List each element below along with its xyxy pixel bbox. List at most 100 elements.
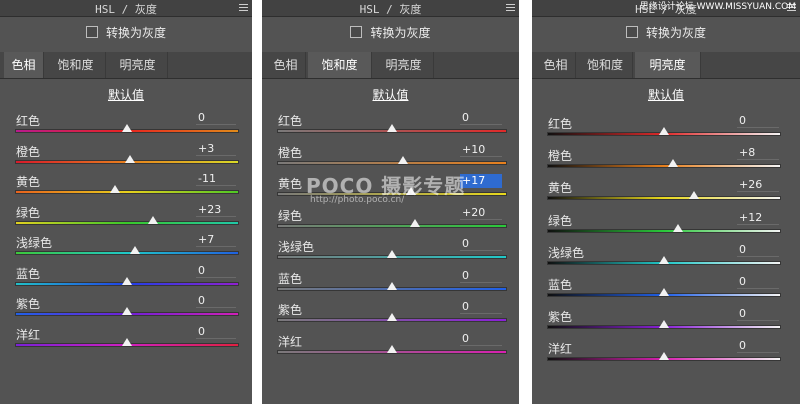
slider-thumb[interactable] [122, 124, 132, 132]
slider-label: 紫色 [16, 297, 41, 311]
slider-thumb[interactable] [659, 127, 669, 135]
tab-saturation[interactable]: 饱和度 [308, 52, 372, 78]
slider-label: 洋红 [548, 342, 573, 356]
slider-value-field[interactable]: 0 [737, 114, 779, 128]
slider-value-field[interactable]: +7 [196, 233, 236, 247]
slider-value-field[interactable]: 0 [737, 307, 779, 321]
slider-value-field[interactable]: 0 [196, 294, 236, 308]
slider-thumb[interactable] [110, 185, 120, 193]
adjustment-tabs: 色相 饱和度 明亮度 [262, 52, 519, 79]
slider-value-field[interactable]: +8 [737, 146, 779, 160]
slider-track[interactable] [548, 165, 780, 167]
slider-value-field[interactable]: 0 [460, 237, 502, 251]
panel-titlebar: HSL / 灰度 [262, 0, 519, 17]
slider-value-field[interactable]: 0 [737, 275, 779, 289]
slider-thumb[interactable] [122, 338, 132, 346]
slider-thumb[interactable] [387, 250, 397, 258]
slider-value-field[interactable]: 0 [460, 111, 502, 125]
slider-track[interactable] [16, 191, 238, 193]
slider-value-field[interactable]: +23 [196, 203, 236, 217]
slider-label: 绿色 [548, 214, 573, 228]
slider-track[interactable] [16, 222, 238, 224]
convert-to-gray-row[interactable]: 转换为灰度 [0, 24, 252, 44]
slider-label: 浅绿色 [278, 240, 315, 254]
panel-menu-icon[interactable] [506, 4, 515, 11]
slider-value-field[interactable]: +10 [460, 143, 502, 157]
adjustment-tabs: 色相 饱和度 明亮度 [0, 52, 252, 79]
slider-value-field[interactable]: 0 [460, 332, 502, 346]
tab-luminance[interactable]: 明亮度 [374, 52, 434, 78]
slider-value-field[interactable]: 0 [460, 269, 502, 283]
convert-to-gray-checkbox[interactable] [350, 26, 363, 38]
slider-thumb[interactable] [659, 320, 669, 328]
slider-label: 浅绿色 [16, 236, 53, 250]
slider-thumb[interactable] [125, 155, 135, 163]
convert-to-gray-label: 转换为灰度 [645, 26, 706, 40]
slider-value-field[interactable]: +20 [460, 206, 502, 220]
slider-thumb[interactable] [673, 224, 683, 232]
slider-label: 绿色 [278, 209, 303, 223]
slider-track[interactable] [278, 162, 506, 164]
slider-label: 洋红 [16, 328, 41, 342]
slider-value-field[interactable]: 0 [196, 325, 236, 339]
slider-thumb[interactable] [387, 282, 397, 290]
slider-value-field[interactable]: -11 [196, 172, 236, 186]
slider-thumb[interactable] [387, 124, 397, 132]
slider-label: 橙色 [548, 149, 573, 163]
slider-value-field[interactable]: +12 [737, 211, 779, 225]
defaults-link[interactable]: 默认值 [372, 88, 408, 102]
adjustment-tabs: 色相 饱和度 明亮度 [532, 52, 800, 79]
convert-to-gray-label: 转换为灰度 [370, 26, 431, 40]
defaults-link[interactable]: 默认值 [648, 88, 684, 102]
slider-value-field[interactable]: +26 [737, 178, 779, 192]
slider-thumb[interactable] [387, 345, 397, 353]
slider-track[interactable] [16, 252, 238, 254]
slider-thumb[interactable] [148, 216, 158, 224]
slider-label: 黄色 [16, 175, 41, 189]
panel-menu-icon[interactable] [239, 4, 248, 11]
slider-label: 紫色 [548, 310, 573, 324]
slider-track[interactable] [278, 225, 506, 227]
panel-title: HSL / 灰度 [359, 3, 422, 16]
convert-to-gray-checkbox[interactable] [625, 26, 638, 38]
tab-saturation[interactable]: 饱和度 [578, 52, 633, 78]
slider-value-field[interactable]: 0 [737, 243, 779, 257]
convert-to-gray-label: 转换为灰度 [105, 26, 166, 40]
slider-label: 橙色 [16, 145, 41, 159]
tab-hue[interactable]: 色相 [266, 52, 306, 78]
slider-label: 红色 [278, 114, 303, 128]
slider-thumb[interactable] [659, 256, 669, 264]
tab-luminance[interactable]: 明亮度 [108, 52, 168, 78]
slider-thumb[interactable] [689, 191, 699, 199]
slider-thumb[interactable] [122, 277, 132, 285]
slider-thumb[interactable] [410, 219, 420, 227]
panel-title: HSL / 灰度 [95, 3, 157, 16]
slider-track[interactable] [548, 197, 780, 199]
slider-value-field[interactable]: +3 [196, 142, 236, 156]
slider-thumb[interactable] [387, 313, 397, 321]
tab-luminance[interactable]: 明亮度 [635, 52, 701, 78]
slider-thumb[interactable] [130, 246, 140, 254]
slider-value-field[interactable]: 0 [196, 111, 236, 125]
tab-hue[interactable]: 色相 [536, 52, 576, 78]
slider-thumb[interactable] [659, 352, 669, 360]
convert-to-gray-row[interactable]: 转换为灰度 [532, 24, 800, 44]
slider-label: 红色 [16, 114, 41, 128]
slider-value-field[interactable]: 0 [196, 264, 236, 278]
slider-value-field[interactable]: 0 [737, 339, 779, 353]
slider-thumb[interactable] [398, 156, 408, 164]
tab-saturation[interactable]: 饱和度 [46, 52, 106, 78]
slider-thumb[interactable] [668, 159, 678, 167]
convert-to-gray-checkbox[interactable] [85, 26, 98, 38]
slider-label: 黄色 [278, 177, 303, 191]
convert-to-gray-row[interactable]: 转换为灰度 [262, 24, 519, 44]
defaults-row: 默认值 [0, 86, 252, 103]
slider-track[interactable] [548, 230, 780, 232]
slider-value-field[interactable]: 0 [460, 300, 502, 314]
defaults-link[interactable]: 默认值 [108, 88, 144, 102]
slider-label: 蓝色 [278, 272, 303, 286]
slider-thumb[interactable] [659, 288, 669, 296]
slider-label: 蓝色 [16, 267, 41, 281]
slider-thumb[interactable] [122, 307, 132, 315]
tab-hue[interactable]: 色相 [4, 52, 44, 78]
